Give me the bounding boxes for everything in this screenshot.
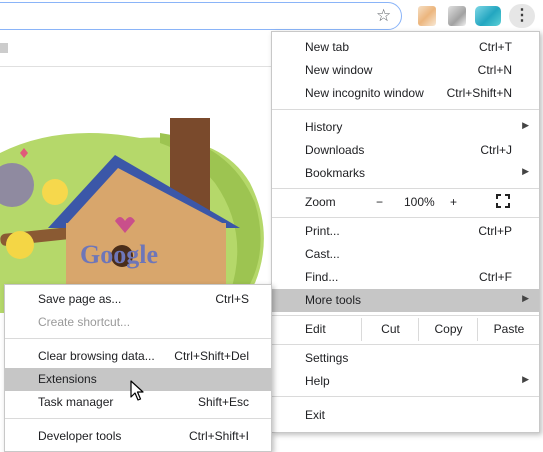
menu-item-new-tab[interactable]: New tab Ctrl+T <box>272 36 539 59</box>
zoom-out-button[interactable]: − <box>376 195 383 209</box>
zoom-level-value: 100% <box>404 195 435 209</box>
menu-item-label: Help <box>305 374 330 388</box>
bookmark-star-icon[interactable]: ☆ <box>376 6 391 26</box>
submenu-item-clear-browsing-data[interactable]: Clear browsing data... Ctrl+Shift+Del <box>5 345 271 368</box>
browser-toolbar: ☆ ⋮ <box>0 0 543 33</box>
paste-button[interactable]: Paste <box>477 318 540 341</box>
menu-item-label: Downloads <box>305 143 365 157</box>
extension-icon-3[interactable] <box>475 6 501 26</box>
menu-item-settings[interactable]: Settings <box>272 347 539 370</box>
menu-item-label: Save page as... <box>38 292 122 306</box>
menu-separator <box>272 315 539 316</box>
menu-item-new-window[interactable]: New window Ctrl+N <box>272 59 539 82</box>
menu-item-print[interactable]: Print... Ctrl+P <box>272 220 539 243</box>
submenu-arrow-icon: ▶ <box>522 120 529 130</box>
menu-item-edit: Edit Cut Copy Paste <box>272 318 539 341</box>
menu-item-exit[interactable]: Exit <box>272 404 539 427</box>
menu-separator <box>272 396 539 397</box>
submenu-item-developer-tools[interactable]: Developer tools Ctrl+Shift+I <box>5 425 271 448</box>
menu-item-zoom: Zoom − 100% + <box>272 191 539 214</box>
menu-item-label: Edit <box>305 322 326 336</box>
menu-item-shortcut: Ctrl+S <box>215 292 249 306</box>
submenu-arrow-icon: ▶ <box>522 374 529 384</box>
menu-item-new-incognito-window[interactable]: New incognito window Ctrl+Shift+N <box>272 82 539 105</box>
menu-item-shortcut: Ctrl+F <box>479 270 512 284</box>
menu-item-label: New tab <box>305 40 350 54</box>
submenu-item-create-shortcut: Create shortcut... <box>5 311 271 334</box>
menu-separator <box>272 217 539 218</box>
menu-item-shortcut: Shift+Esc <box>197 395 249 409</box>
menu-separator <box>272 188 539 189</box>
menu-item-label: Settings <box>305 351 349 365</box>
menu-item-shortcut: Ctrl+Shift+N <box>446 86 512 100</box>
menu-item-label: Exit <box>305 408 326 422</box>
menu-item-more-tools[interactable]: More tools ▶ <box>272 289 539 312</box>
menu-item-label: Task manager <box>38 395 114 409</box>
menu-separator <box>5 338 271 339</box>
menu-item-label: New incognito window <box>305 86 424 100</box>
menu-item-label: Find... <box>305 270 339 284</box>
mouse-pointer-icon <box>130 380 144 401</box>
menu-separator <box>272 109 539 110</box>
submenu-arrow-icon: ▶ <box>522 166 529 176</box>
menu-item-downloads[interactable]: Downloads Ctrl+J <box>272 139 539 162</box>
menu-item-label: Zoom <box>305 195 336 209</box>
menu-item-shortcut: Ctrl+Shift+I <box>188 429 249 443</box>
extension-icon-2[interactable] <box>448 6 466 26</box>
address-bar[interactable] <box>0 2 402 30</box>
menu-item-find[interactable]: Find... Ctrl+F <box>272 266 539 289</box>
menu-item-label: Bookmarks <box>305 166 366 180</box>
more-tools-submenu: Save page as... Ctrl+S Create shortcut..… <box>4 284 272 452</box>
extension-icon-1[interactable] <box>418 6 436 26</box>
menu-item-label: New window <box>305 63 373 77</box>
menu-item-label: Cast... <box>305 247 340 261</box>
chrome-menu-button[interactable]: ⋮ <box>509 4 535 28</box>
menu-item-help[interactable]: Help ▶ <box>272 370 539 393</box>
menu-item-label: Create shortcut... <box>38 315 131 329</box>
menu-item-cast[interactable]: Cast... <box>272 243 539 266</box>
menu-item-bookmarks[interactable]: Bookmarks ▶ <box>272 162 539 185</box>
menu-item-label: History <box>305 120 343 134</box>
menu-item-shortcut: Ctrl+T <box>479 40 512 54</box>
doodle-logo-text: Google <box>80 240 158 269</box>
zoom-in-button[interactable]: + <box>450 195 457 209</box>
menu-item-shortcut: Ctrl+Shift+Del <box>174 349 249 363</box>
cut-button[interactable]: Cut <box>361 318 419 341</box>
menu-item-shortcut: Ctrl+P <box>478 224 512 238</box>
menu-separator <box>272 344 539 345</box>
copy-button[interactable]: Copy <box>418 318 478 341</box>
chrome-main-menu: New tab Ctrl+T New window Ctrl+N New inc… <box>271 31 540 433</box>
menu-item-shortcut: Ctrl+N <box>477 63 512 77</box>
menu-item-label: Extensions <box>38 372 97 386</box>
menu-item-label: Clear browsing data... <box>38 349 155 363</box>
submenu-arrow-icon: ▶ <box>522 293 529 303</box>
menu-item-label: More tools <box>305 293 362 307</box>
menu-item-label: Developer tools <box>38 429 122 443</box>
menu-item-label: Print... <box>305 224 340 238</box>
menu-separator <box>5 418 271 419</box>
fullscreen-icon[interactable] <box>496 194 510 208</box>
page-header-strip <box>0 33 290 67</box>
menu-item-history[interactable]: History ▶ <box>272 116 539 139</box>
submenu-item-save-page[interactable]: Save page as... Ctrl+S <box>5 288 271 311</box>
menu-item-shortcut: Ctrl+J <box>480 143 512 157</box>
